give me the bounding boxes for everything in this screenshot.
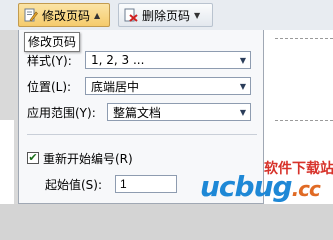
chevron-down-icon[interactable]: ▼ [236,78,250,94]
style-value: 1, 2, 3 ... [91,53,145,67]
modify-page-number-label: 修改页码 [42,8,91,23]
page-margin-line [275,38,333,39]
tooltip: 修改页码 [24,32,80,52]
position-value: 底端居中 [91,79,140,94]
position-select[interactable]: 底端居中 ▼ [85,77,251,95]
apply-range-value: 整篇文档 [113,105,162,120]
document-page-left [0,120,14,204]
delete-page-number-label: 删除页码 [142,8,191,23]
chevron-down-icon[interactable]: ▼ [236,104,250,120]
apply-range-row: 应用范围(Y): [27,102,96,122]
apply-range-label: 应用范围(Y): [27,105,96,120]
restart-numbering-checkbox[interactable]: ✔ [27,152,39,164]
modify-page-number-button[interactable]: 修改页码 ▲ [18,3,110,27]
chevron-down-icon[interactable]: ▲ [94,11,100,20]
apply-range-select[interactable]: 整篇文档 ▼ [107,103,251,121]
edit-page-icon [24,8,38,22]
style-label: 样式(Y): [27,53,72,68]
divider [27,134,257,135]
chevron-down-icon[interactable]: ▼ [236,52,250,68]
start-value-input[interactable] [115,175,177,193]
delete-page-icon [124,8,138,22]
watermark-logo: 软件下载站 ucbug.cc [200,158,333,204]
position-label: 位置(L): [27,79,72,94]
start-value-label: 起始值(S): [45,177,103,192]
watermark-suffix: .cc [291,177,321,201]
style-select[interactable]: 1, 2, 3 ... ▼ [85,51,251,69]
delete-page-number-button[interactable]: 删除页码 ▼ [118,3,213,27]
watermark-brand: ucbug [200,170,293,203]
style-row: 样式(Y): [27,50,72,70]
chevron-down-icon[interactable]: ▼ [194,11,200,20]
restart-numbering-label: 重新开始编号(R) [43,151,133,166]
toolbar: 修改页码 ▲ 删除页码 ▼ [0,0,333,30]
position-row: 位置(L): [27,76,71,96]
start-value-row: 起始值(S): [45,174,102,194]
page-margin-line [275,120,333,121]
watermark-main-text: ucbug.cc [200,170,321,203]
restart-numbering-row[interactable]: ✔ 重新开始编号(R) [27,148,133,168]
